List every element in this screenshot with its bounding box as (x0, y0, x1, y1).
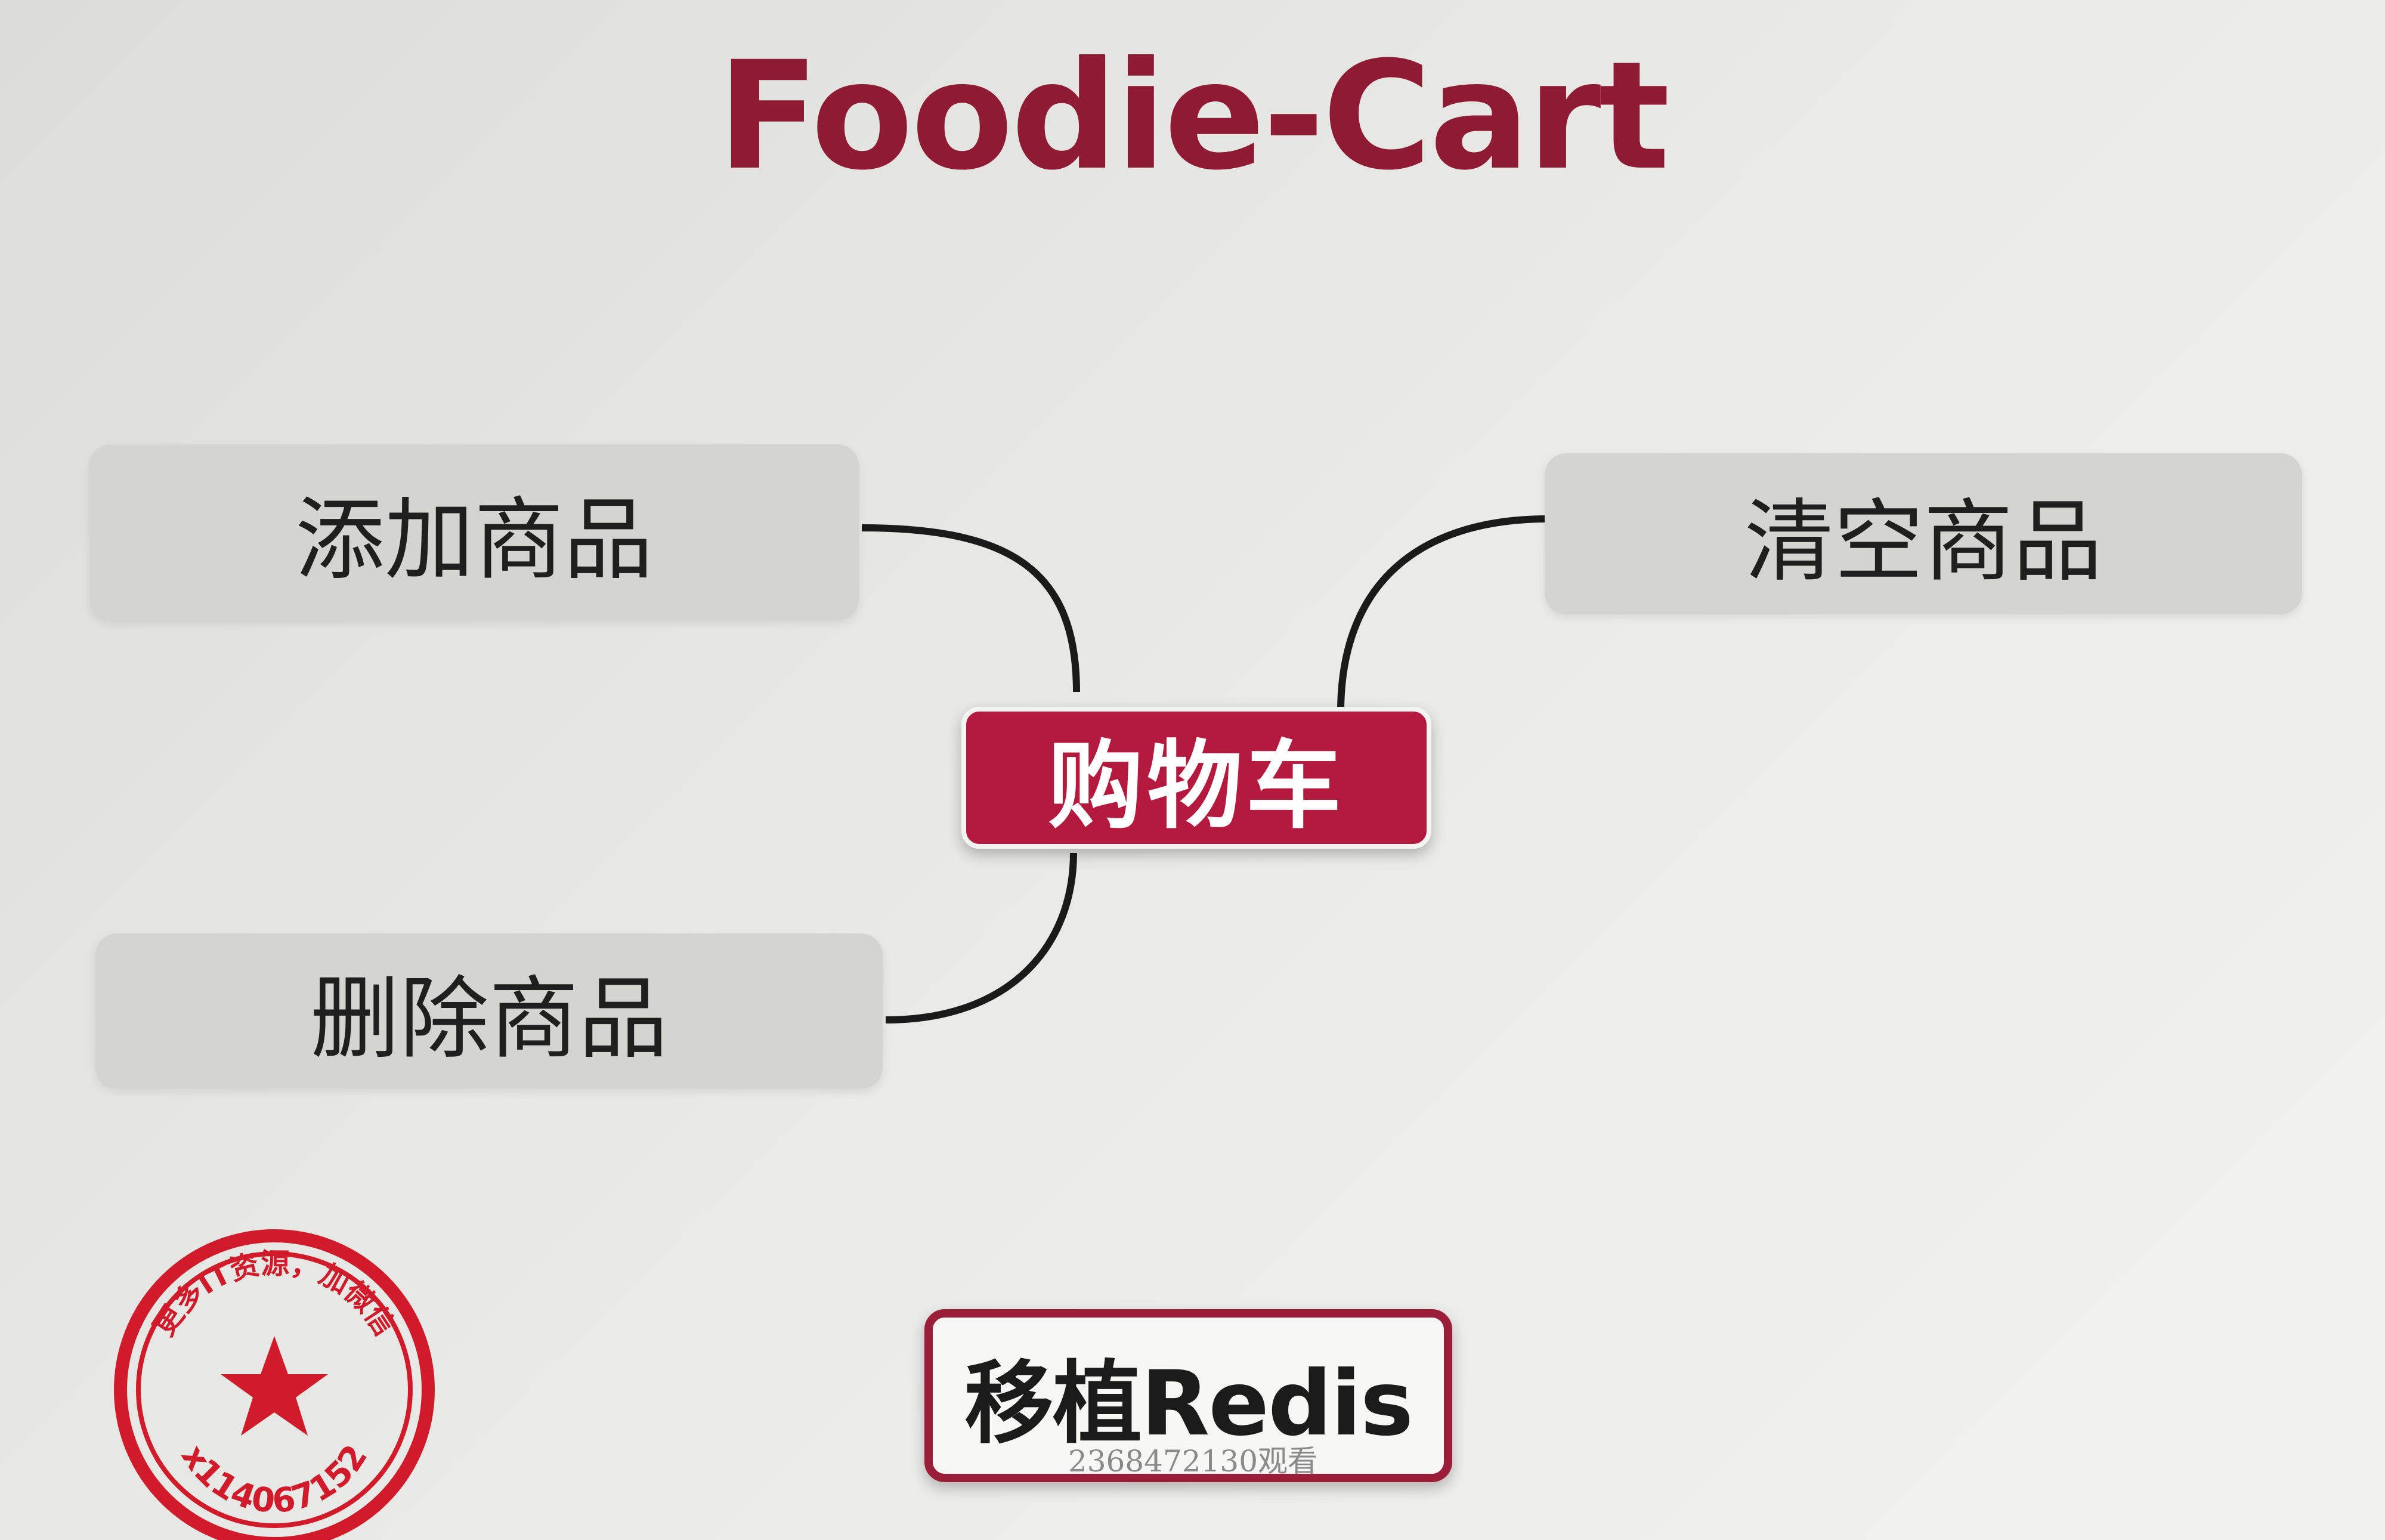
star-icon (221, 1336, 328, 1436)
seal-stamp: 更多IT资源，加微信 x114067152 (114, 1229, 435, 1540)
